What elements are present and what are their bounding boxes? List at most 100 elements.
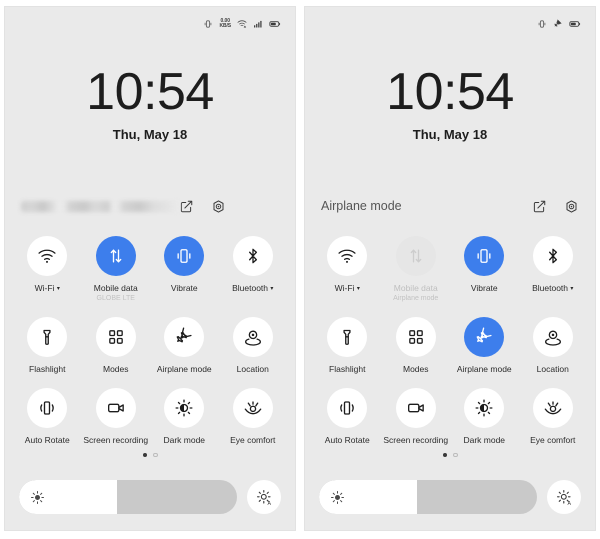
wifi-icon[interactable] bbox=[327, 236, 368, 276]
page-dot[interactable] bbox=[153, 452, 158, 458]
mobile-data-icon[interactable] bbox=[95, 236, 136, 276]
auto-rotate-icon[interactable] bbox=[27, 388, 68, 428]
tile-label: Screen recording bbox=[83, 435, 149, 445]
brightness-sun-icon bbox=[330, 490, 345, 505]
screen-recording-icon[interactable] bbox=[95, 388, 136, 428]
clock-time: 10:54 bbox=[86, 63, 214, 121]
location-icon[interactable] bbox=[232, 317, 273, 357]
battery-icon bbox=[569, 18, 581, 30]
tile-label: Wi-Fi ▾ bbox=[34, 283, 60, 293]
screen-recording-icon[interactable] bbox=[395, 388, 436, 428]
edit-icon[interactable] bbox=[532, 199, 547, 214]
page-dot[interactable] bbox=[142, 452, 147, 458]
brightness-auto-icon[interactable]: A bbox=[247, 480, 281, 514]
tile-flashlight[interactable]: Flashlight bbox=[13, 309, 82, 374]
page-dot[interactable] bbox=[442, 452, 447, 458]
wifi-icon[interactable] bbox=[27, 236, 68, 276]
brightness-sun-icon bbox=[30, 490, 45, 505]
tile-flashlight[interactable]: Flashlight bbox=[313, 309, 382, 374]
chevron-down-icon[interactable]: ▾ bbox=[357, 286, 360, 292]
tile-label: Airplane mode bbox=[156, 364, 212, 374]
tile-vibrate[interactable]: Vibrate bbox=[150, 228, 219, 303]
signal-bars-icon bbox=[253, 19, 263, 29]
screenshot-root: 0.00 KB/S 10:54 Thu, May 18 Wi-Fi ▾ Mobile da… bbox=[0, 0, 600, 539]
tile-screen-recording[interactable]: Screen recording bbox=[382, 380, 451, 445]
status-bar: 0.00 KB/S bbox=[5, 7, 295, 41]
tile-label: Location bbox=[536, 364, 569, 374]
tile-label: Flashlight bbox=[329, 364, 366, 374]
flashlight-icon[interactable] bbox=[27, 317, 68, 357]
quick-settings-panel-left: 0.00 KB/S 10:54 Thu, May 18 Wi-Fi ▾ Mobile da… bbox=[4, 6, 296, 531]
brightness-slider[interactable] bbox=[319, 480, 537, 514]
tile-mobile-data[interactable]: Mobile data GLOBE LTE bbox=[82, 228, 151, 303]
tile-label: Flashlight bbox=[29, 364, 66, 374]
tile-label: Modes bbox=[402, 364, 429, 374]
tile-location[interactable]: Location bbox=[519, 309, 588, 374]
tile-label: Bluetooth ▾ bbox=[532, 283, 574, 293]
tile-modes[interactable]: Modes bbox=[82, 309, 151, 374]
tile-mobile-data[interactable]: Mobile data Airplane mode bbox=[382, 228, 451, 303]
gear-icon[interactable] bbox=[564, 199, 579, 214]
tile-bluetooth[interactable]: Bluetooth ▾ bbox=[219, 228, 288, 303]
tile-eye-comfort[interactable]: Eye comfort bbox=[519, 380, 588, 445]
vibrate-icon[interactable] bbox=[164, 236, 205, 276]
airplane-icon[interactable] bbox=[164, 317, 205, 357]
tile-vibrate[interactable]: Vibrate bbox=[450, 228, 519, 303]
eye-comfort-icon[interactable] bbox=[532, 388, 573, 428]
tile-modes[interactable]: Modes bbox=[382, 309, 451, 374]
tile-location[interactable]: Location bbox=[219, 309, 288, 374]
chevron-down-icon[interactable]: ▾ bbox=[57, 286, 60, 292]
quick-settings-panel-right: 10:54 Thu, May 18 Airplane mode Wi-Fi ▾ Mobi… bbox=[304, 6, 596, 531]
edit-icon[interactable] bbox=[179, 199, 194, 214]
brightness-auto-icon[interactable]: A bbox=[547, 480, 581, 514]
auto-rotate-icon[interactable] bbox=[327, 388, 368, 428]
location-icon[interactable] bbox=[532, 317, 573, 357]
tile-auto-rotate[interactable]: Auto Rotate bbox=[13, 380, 82, 445]
tile-bluetooth[interactable]: Bluetooth ▾ bbox=[519, 228, 588, 303]
tile-label: Vibrate bbox=[470, 283, 498, 293]
mobile-data-icon[interactable] bbox=[395, 236, 436, 276]
clock-date: Thu, May 18 bbox=[112, 127, 188, 142]
eye-comfort-icon[interactable] bbox=[232, 388, 273, 428]
quick-settings-header bbox=[5, 192, 295, 220]
airplane-icon[interactable] bbox=[464, 317, 505, 357]
battery-icon bbox=[269, 18, 281, 30]
clock-block: 10:54 Thu, May 18 bbox=[5, 41, 295, 142]
page-indicator bbox=[5, 450, 295, 460]
tile-label: Location bbox=[236, 364, 269, 374]
vibrate-icon[interactable] bbox=[464, 236, 505, 276]
tile-dark-mode[interactable]: Dark mode bbox=[450, 380, 519, 445]
gear-icon[interactable] bbox=[211, 199, 226, 214]
tile-label: Eye comfort bbox=[230, 435, 276, 445]
bluetooth-icon[interactable] bbox=[232, 236, 273, 276]
page-dot[interactable] bbox=[453, 452, 458, 458]
chevron-down-icon[interactable]: ▾ bbox=[270, 286, 273, 292]
tile-wi-fi[interactable]: Wi-Fi ▾ bbox=[313, 228, 382, 303]
tile-label: Eye comfort bbox=[530, 435, 576, 445]
tile-auto-rotate[interactable]: Auto Rotate bbox=[313, 380, 382, 445]
tile-label: Auto Rotate bbox=[24, 435, 70, 445]
tile-screen-recording[interactable]: Screen recording bbox=[82, 380, 151, 445]
tile-sublabel: GLOBE LTE bbox=[96, 295, 135, 302]
tile-eye-comfort[interactable]: Eye comfort bbox=[219, 380, 288, 445]
modes-icon[interactable] bbox=[95, 317, 136, 357]
clock-time: 10:54 bbox=[386, 63, 514, 121]
vibrate-icon bbox=[203, 19, 213, 29]
brightness-slider[interactable] bbox=[19, 480, 237, 514]
tile-dark-mode[interactable]: Dark mode bbox=[150, 380, 219, 445]
tile-label: Vibrate bbox=[170, 283, 198, 293]
dark-mode-icon[interactable] bbox=[464, 388, 505, 428]
clock-block: 10:54 Thu, May 18 bbox=[305, 41, 595, 142]
network-speed-unit: KB/S bbox=[219, 23, 231, 29]
tile-airplane-mode[interactable]: Airplane mode bbox=[150, 309, 219, 374]
chevron-down-icon[interactable]: ▾ bbox=[570, 286, 573, 292]
bluetooth-icon[interactable] bbox=[532, 236, 573, 276]
dark-mode-icon[interactable] bbox=[164, 388, 205, 428]
flashlight-icon[interactable] bbox=[327, 317, 368, 357]
tile-wi-fi[interactable]: Wi-Fi ▾ bbox=[13, 228, 82, 303]
network-speed-indicator: 0.00 KB/S bbox=[219, 18, 231, 29]
tile-airplane-mode[interactable]: Airplane mode bbox=[450, 309, 519, 374]
page-indicator bbox=[305, 450, 595, 460]
modes-icon[interactable] bbox=[395, 317, 436, 357]
brightness-row: A bbox=[5, 480, 295, 530]
